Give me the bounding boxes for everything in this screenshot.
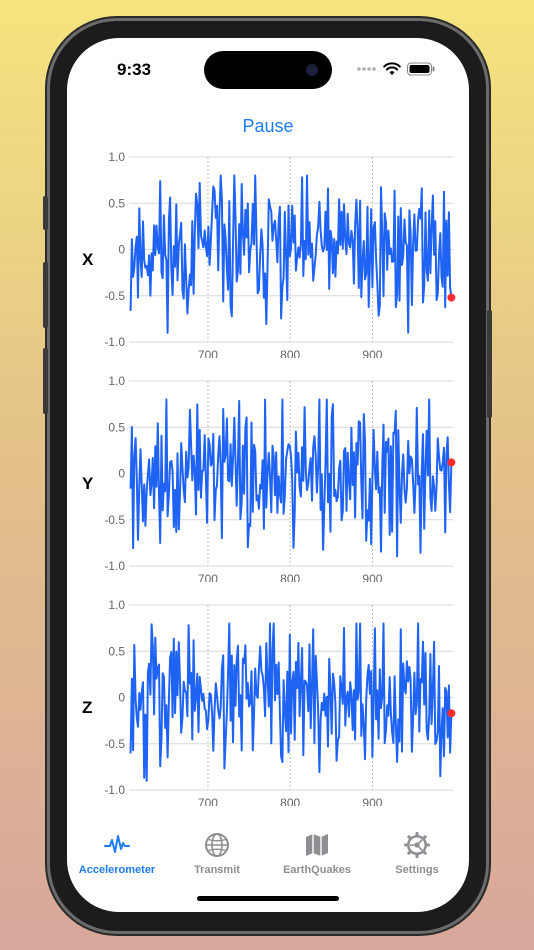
globe-icon <box>205 833 229 857</box>
volume-up-button <box>43 262 48 328</box>
silent-switch <box>43 196 48 230</box>
y-tick-label: 0 <box>118 467 125 481</box>
x-tick-label: 700 <box>198 348 218 358</box>
x-axis-chart: 1.0 0.5 0 -0.5 -1.0 700 800 900 X <box>67 148 469 358</box>
x-tick-label: 900 <box>362 796 382 806</box>
x-tick-label: 700 <box>198 572 218 582</box>
y-tick-label: 0 <box>118 691 125 705</box>
current-value-marker <box>447 293 456 302</box>
volume-down-button <box>43 348 48 414</box>
camera-icon <box>306 64 318 76</box>
battery-icon <box>407 62 435 76</box>
x-tick-label: 900 <box>362 572 382 582</box>
x-axis-chart-svg: 1.0 0.5 0 -0.5 -1.0 700 800 900 <box>104 150 456 358</box>
x-tick-label: 900 <box>362 348 382 358</box>
y-tick-label: 1.0 <box>108 374 125 388</box>
tab-earthquakes[interactable]: EarthQuakes <box>267 830 367 876</box>
y-tick-label: -0.5 <box>104 737 125 751</box>
current-value-marker <box>447 709 456 718</box>
x-axis-label: X <box>82 250 94 269</box>
y-tick-label: -1.0 <box>104 783 125 797</box>
tab-earthquakes-label: EarthQuakes <box>283 864 351 876</box>
y-axis-label: Y <box>82 474 94 493</box>
y-axis-chart-svg: 1.0 0.5 0 -0.5 -1.0 700 800 900 <box>104 374 456 582</box>
y-tick-label: 0.5 <box>108 644 125 658</box>
signal-line-x <box>129 174 453 334</box>
y-tick-label: 1.0 <box>108 598 125 612</box>
home-indicator <box>197 896 339 901</box>
signal-line-z <box>129 622 453 782</box>
app-screen: 9:33 Pause 1.0 0.5 0 -0.5 -1.0 700 800 900 X 1.… <box>67 38 469 912</box>
y-tick-label: 0.5 <box>108 196 125 210</box>
gear-icon <box>404 832 430 858</box>
x-tick-label: 800 <box>280 572 300 582</box>
status-icons <box>357 62 435 76</box>
signal-line-y <box>129 398 453 558</box>
x-tick-label: 800 <box>280 348 300 358</box>
power-button <box>487 310 492 418</box>
pause-button[interactable]: Pause <box>67 116 469 137</box>
y-tick-label: 0.5 <box>108 420 125 434</box>
tab-transmit-label: Transmit <box>194 864 240 876</box>
z-axis-chart-svg: 1.0 0.5 0 -0.5 -1.0 700 800 900 <box>104 598 456 806</box>
tab-settings[interactable]: Settings <box>367 830 467 876</box>
waveform-icon <box>104 835 130 853</box>
y-axis-chart: 1.0 0.5 0 -0.5 -1.0 700 800 900 Y <box>67 372 469 582</box>
x-tick-label: 700 <box>198 796 218 806</box>
tab-settings-label: Settings <box>395 864 439 876</box>
z-axis-chart: 1.0 0.5 0 -0.5 -1.0 700 800 900 Z <box>67 596 469 806</box>
y-tick-label: -0.5 <box>104 289 125 303</box>
dynamic-island <box>204 51 332 89</box>
current-value-marker <box>447 458 456 467</box>
y-tick-label: 1.0 <box>108 150 125 164</box>
y-tick-label: 0 <box>118 243 125 257</box>
tab-accelerometer-label: Accelerometer <box>78 864 156 876</box>
tab-accelerometer[interactable]: Accelerometer <box>67 830 167 876</box>
cellular-signal-icon <box>357 67 376 71</box>
z-axis-label: Z <box>82 698 93 717</box>
x-tick-label: 800 <box>280 796 300 806</box>
y-tick-label: -1.0 <box>104 335 125 349</box>
status-time: 9:33 <box>117 60 152 79</box>
map-icon <box>306 834 328 856</box>
tab-transmit[interactable]: Transmit <box>167 830 267 876</box>
y-tick-label: -0.5 <box>104 513 125 527</box>
y-tick-label: -1.0 <box>104 559 125 573</box>
wifi-icon <box>383 62 401 75</box>
